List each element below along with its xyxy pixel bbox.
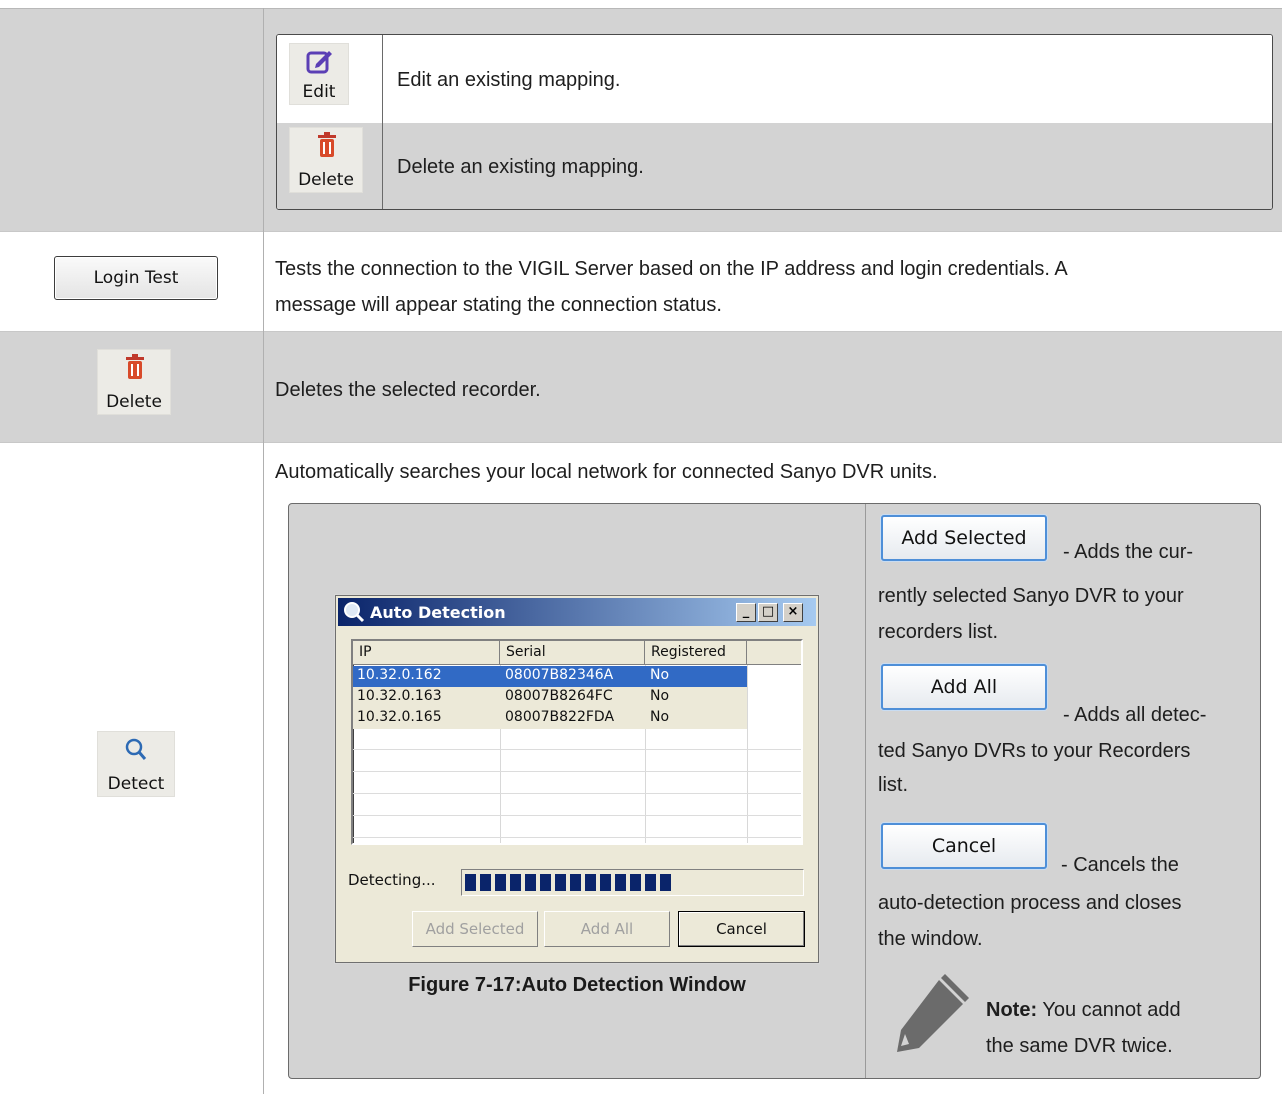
cancel-help-text: auto-detection process and closes xyxy=(878,892,1182,914)
add-selected-help-button[interactable]: Add Selected xyxy=(881,515,1047,561)
panel-divider xyxy=(865,504,866,1078)
close-icon[interactable]: × xyxy=(783,603,803,622)
note-text: Note: You cannot add xyxy=(986,999,1181,1021)
minimize-icon[interactable]: _ xyxy=(736,603,756,622)
edit-mapping-row: Edit Edit an existing mapping. xyxy=(277,35,1272,123)
progress-block xyxy=(465,874,476,891)
row-delete-recorder xyxy=(0,332,1282,442)
add-selected-button[interactable]: Add Selected xyxy=(412,911,538,947)
figure-caption: Figure 7-17:Auto Detection Window xyxy=(408,974,746,996)
cancel-button[interactable]: Cancel xyxy=(678,911,805,947)
cancel-help-button[interactable]: Cancel xyxy=(881,823,1047,869)
progress-block xyxy=(645,874,656,891)
window-titlebar: Auto Detection _ □ × xyxy=(338,598,816,626)
cancel-help-text: - Cancels the xyxy=(1061,854,1179,876)
progress-block xyxy=(615,874,626,891)
progress-block xyxy=(555,874,566,891)
progress-block xyxy=(585,874,596,891)
note-text: the same DVR twice. xyxy=(986,1035,1173,1057)
progress-block xyxy=(510,874,521,891)
delete-recorder-description: Deletes the selected recorder. xyxy=(275,379,541,401)
column-divider xyxy=(263,8,264,1094)
cancel-help-text: the window. xyxy=(878,928,983,950)
progress-block xyxy=(630,874,641,891)
figure-panel: Auto Detection _ □ × IP Serial Registere… xyxy=(288,503,1261,1079)
login-test-description: Tests the connection to the VIGIL Server… xyxy=(275,258,1068,316)
delete-button[interactable]: Delete xyxy=(289,127,363,193)
add-all-help-text: - Adds all detec- xyxy=(1063,704,1207,726)
trash-icon xyxy=(126,354,144,379)
row-divider xyxy=(0,231,1282,232)
detection-progress-bar xyxy=(461,869,804,896)
row-divider xyxy=(0,331,1282,332)
progress-block xyxy=(660,874,671,891)
table-row[interactable]: 10.32.0.163 08007B8264FC No xyxy=(353,687,801,708)
progress-block xyxy=(495,874,506,891)
table-row[interactable]: 10.32.0.165 08007B822FDA No xyxy=(353,708,801,729)
detect-label: Detect xyxy=(107,774,165,794)
delete-description: Delete an existing mapping. xyxy=(397,156,644,178)
progress-block xyxy=(540,874,551,891)
table-top-border xyxy=(0,8,1282,9)
progress-block xyxy=(480,874,491,891)
table-row[interactable]: 10.32.0.162 08007B82346A No xyxy=(353,666,801,687)
detect-button[interactable]: Detect xyxy=(97,731,175,797)
add-selected-help-text: recorders list. xyxy=(878,621,999,643)
pencil-icon xyxy=(897,974,969,1052)
progress-block xyxy=(600,874,611,891)
column-header[interactable]: Registered xyxy=(645,641,747,665)
column-header[interactable]: IP xyxy=(353,641,500,665)
mapping-actions-table: Edit Edit an existing mapping. Delete De… xyxy=(276,34,1273,210)
detect-description: Automatically searches your local networ… xyxy=(275,461,938,483)
window-title: Auto Detection xyxy=(370,603,506,622)
login-test-button[interactable]: Login Test xyxy=(54,256,218,300)
auto-detection-window: Auto Detection _ □ × IP Serial Registere… xyxy=(335,595,819,963)
delete-mapping-row: Delete Delete an existing mapping. xyxy=(277,123,1272,209)
add-selected-help-text: - Adds the cur- xyxy=(1063,541,1194,563)
add-all-help-text: ted Sanyo DVRs to your Recorders xyxy=(878,740,1191,762)
trash-icon xyxy=(318,132,336,157)
row-divider xyxy=(0,442,1282,443)
detecting-status: Detecting... xyxy=(348,871,436,889)
magnifier-icon xyxy=(344,602,365,623)
add-all-help-text: list. xyxy=(878,774,908,796)
delete-label: Delete xyxy=(106,392,162,412)
edit-button[interactable]: Edit xyxy=(289,43,349,105)
add-selected-help-text: rently selected Sanyo DVR to your xyxy=(878,585,1184,607)
column-header[interactable]: Serial xyxy=(500,641,645,665)
maximize-icon[interactable]: □ xyxy=(758,603,778,622)
add-all-button[interactable]: Add All xyxy=(544,911,670,947)
column-header-empty xyxy=(747,641,801,665)
progress-block xyxy=(525,874,536,891)
progress-block xyxy=(570,874,581,891)
edit-label: Edit xyxy=(302,82,336,102)
delete-recorder-button[interactable]: Delete xyxy=(97,349,171,415)
edit-description: Edit an existing mapping. xyxy=(397,69,621,91)
detected-dvr-list[interactable]: IP Serial Registered 10.32.0.162 08007B8… xyxy=(351,639,803,845)
magnifier-icon xyxy=(125,738,147,760)
edit-icon xyxy=(306,51,332,74)
delete-label: Delete xyxy=(298,170,354,190)
add-all-help-button[interactable]: Add All xyxy=(881,664,1047,710)
